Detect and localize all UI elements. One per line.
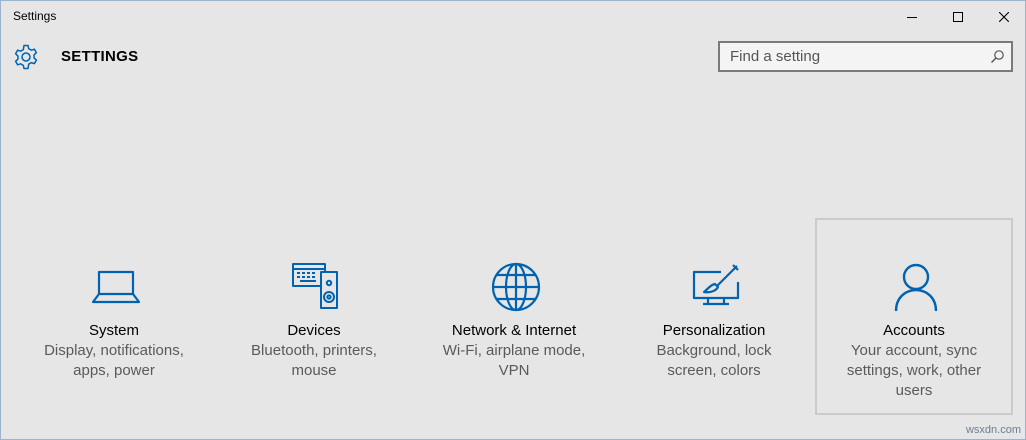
category-description: Bluetooth, printers, mouse [251,342,377,379]
globe-icon [491,262,541,312]
paintbrush-icon [692,264,740,306]
watermark: wsxdn.com [965,424,1021,436]
category-description: Background, lock screen, colors [656,342,772,379]
category-label: Personalization [662,322,766,339]
category-grid: System Display, notifications, apps, pow… [1,1,1025,439]
devices-icon [292,263,338,309]
category-description: Wi-Fi, airplane mode, VPN [442,342,586,379]
category-label: Devices [287,322,341,339]
category-label: System [88,322,139,339]
settings-window: Settings SETTINGS Find a setting System … [0,0,1026,440]
person-icon [894,263,938,312]
category-label: Accounts [883,322,945,339]
category-network-internet[interactable]: Network & Internet Wi-Fi, airplane mode,… [415,218,613,415]
laptop-icon [91,270,141,304]
category-description: Display, notifications, apps, power [44,342,184,379]
category-label: Network & Internet [451,322,577,339]
category-description: Your account, sync settings, work, other… [846,342,982,399]
category-system[interactable]: System Display, notifications, apps, pow… [15,218,213,415]
category-devices[interactable]: Devices Bluetooth, printers, mouse [215,218,413,415]
category-accounts[interactable]: Accounts Your account, sync settings, wo… [815,218,1013,415]
category-personalization[interactable]: Personalization Background, lock screen,… [615,218,813,415]
